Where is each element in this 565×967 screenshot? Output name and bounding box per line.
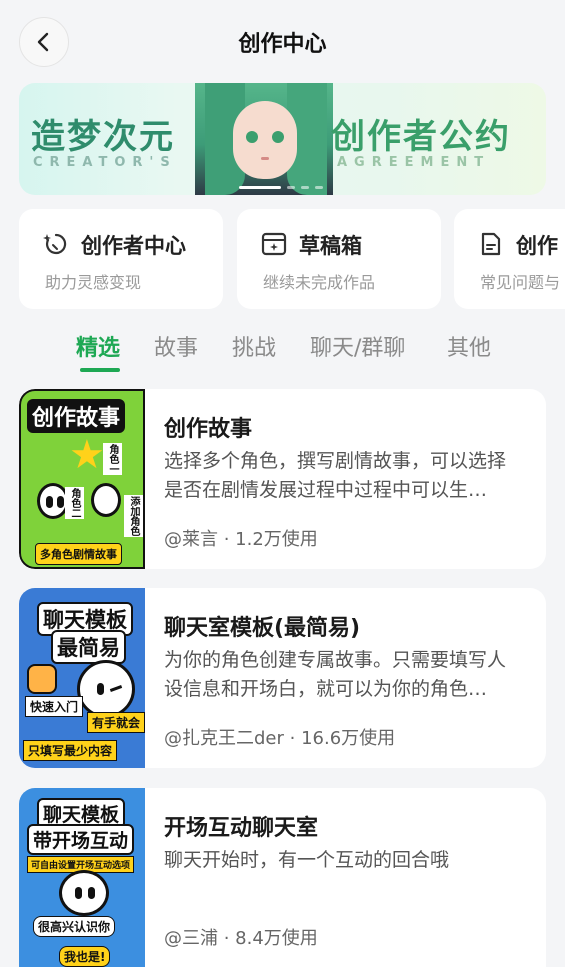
- thumb-character: [77, 660, 135, 718]
- thumb-tag: 很高兴认识你: [33, 916, 116, 937]
- template-thumbnail: 创作故事 ★ 角色一 角色二 添加角色 多角色剧情故事: [19, 389, 145, 569]
- tab-other[interactable]: 其他: [447, 330, 491, 362]
- tab-challenge[interactable]: 挑战: [232, 330, 276, 362]
- template-title: 聊天室模板(最简易): [164, 616, 361, 641]
- banner-dot-active: [239, 186, 281, 189]
- draft-box-subtitle: 继续未完成作品: [263, 273, 376, 292]
- star-icon: ★: [69, 432, 105, 478]
- banner-right-title: 创作者公约: [331, 117, 511, 157]
- template-author-usage: @扎克王二der · 16.6万使用: [164, 728, 396, 749]
- template-card[interactable]: 聊天模板 带开场互动 可自由设置开场互动选项 很高兴认识你 我也是! 开场互动聊…: [19, 788, 546, 967]
- creation-help-subtitle: 常见问题与: [480, 273, 561, 292]
- template-author-usage: @莱言 · 1.2万使用: [164, 529, 318, 550]
- banner-right-subtitle: AGREEMENT: [337, 155, 491, 170]
- active-tab-indicator: [80, 368, 120, 372]
- template-description: 为你的角色创建专属故事。只需要填写人设信息和开场白，就可以为你的角色…: [164, 649, 507, 700]
- creator-agreement-banner[interactable]: 造梦次元 CREATOR'S 创作者公约 AGREEMENT: [19, 83, 546, 195]
- thumb-tag: 添加角色: [124, 495, 143, 537]
- thumb-headline-2: 带开场互动: [27, 824, 135, 855]
- creator-center-card[interactable]: 创作者中心 助力灵感变现: [19, 209, 223, 309]
- template-thumbnail: 聊天模板 带开场互动 可自由设置开场互动选项 很高兴认识你 我也是!: [19, 788, 145, 967]
- template-thumbnail: 聊天模板 最简易 快速入门 有手就会 只填写最少内容: [19, 588, 145, 768]
- category-tabs: 精选 故事 挑战 聊天/群聊 其他: [0, 326, 565, 372]
- creation-help-title: 创作: [516, 234, 558, 258]
- thumb-character: [59, 870, 109, 916]
- banner-dot: [315, 186, 323, 189]
- creator-center-subtitle: 助力灵感变现: [45, 273, 142, 292]
- tab-chat-group[interactable]: 聊天/群聊: [310, 330, 405, 362]
- thumb-tag: 快速入门: [25, 696, 84, 717]
- template-card[interactable]: 聊天模板 最简易 快速入门 有手就会 只填写最少内容 聊天室模板(最简易) 为你…: [19, 588, 546, 768]
- page-title: 创作中心: [238, 32, 327, 57]
- template-card[interactable]: 创作故事 ★ 角色一 角色二 添加角色 多角色剧情故事 创作故事 选择多个角色，…: [19, 389, 546, 569]
- thumb-tag: 我也是!: [59, 946, 111, 967]
- tab-story[interactable]: 故事: [154, 330, 198, 362]
- draft-box-card[interactable]: 草稿箱 继续未完成作品: [237, 209, 441, 309]
- tab-featured[interactable]: 精选: [76, 330, 120, 362]
- creation-help-card[interactable]: 创作 常见问题与: [454, 209, 565, 309]
- thumb-tag: 角色一: [103, 443, 122, 475]
- thumb-character: [91, 483, 121, 517]
- thumb-tag: 有手就会: [87, 712, 145, 733]
- banner-left-subtitle: CREATOR'S: [33, 155, 177, 170]
- creator-spark-icon: [43, 233, 67, 255]
- banner-dot: [287, 186, 295, 189]
- banner-character-face: [233, 101, 297, 179]
- banner-dot: [301, 186, 309, 189]
- creator-center-title: 创作者中心: [81, 234, 186, 258]
- template-description: 聊天开始时，有一个互动的回合哦: [164, 849, 450, 871]
- thumb-tag: 只填写最少内容: [23, 740, 118, 761]
- top-bar: 创作中心: [0, 0, 565, 84]
- draft-box-title: 草稿箱: [299, 234, 362, 258]
- template-description: 选择多个角色，撰写剧情故事，可以选择是否在剧情发展过程中过程中可以生…: [164, 450, 507, 501]
- hand-icon: [27, 664, 57, 694]
- template-title: 开场互动聊天室: [164, 816, 319, 841]
- banner-left-title: 造梦次元: [31, 117, 175, 157]
- thumb-headline: 创作故事: [27, 399, 126, 433]
- thumb-footer: 多角色剧情故事: [35, 543, 122, 565]
- document-icon: [481, 232, 501, 256]
- draft-box-icon: [261, 232, 287, 256]
- thumb-headline-2: 最简易: [51, 630, 126, 664]
- thumb-tag: 角色二: [65, 487, 84, 519]
- template-author-usage: @三浦 · 8.4万使用: [164, 928, 318, 949]
- template-title: 创作故事: [164, 417, 253, 442]
- banner-pagination: [239, 186, 323, 189]
